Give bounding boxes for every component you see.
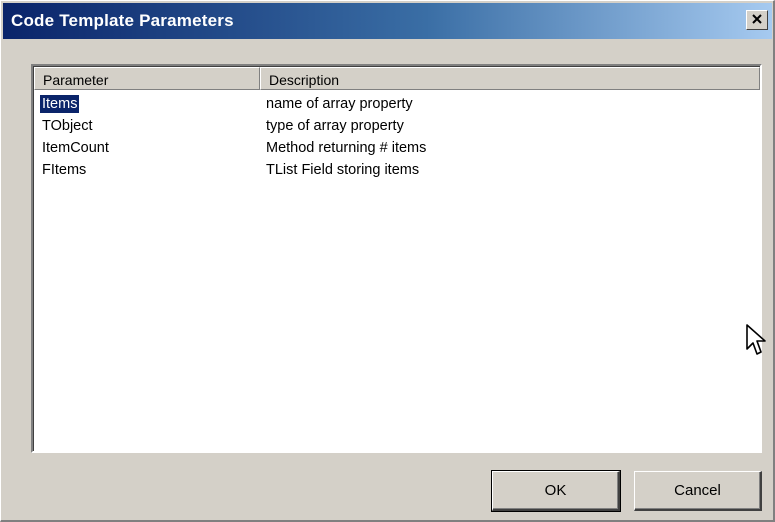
description-cell: Method returning # items <box>266 140 427 156</box>
parameter-cell[interactable]: Items <box>38 94 81 114</box>
list-item[interactable]: FItems TList Field storing items <box>38 159 756 181</box>
parameters-list[interactable]: Parameter Description Items name of arra… <box>31 64 762 453</box>
mouse-pointer-icon <box>745 323 767 357</box>
description-cell: TList Field storing items <box>266 162 420 178</box>
window-title: Code Template Parameters <box>11 11 234 30</box>
parameter-cell[interactable]: ItemCount <box>40 139 111 157</box>
title-bar[interactable]: Code Template Parameters <box>3 3 772 39</box>
dialog-window: Code Template Parameters Parameter Descr… <box>0 0 775 522</box>
description-cell: type of array property <box>266 118 404 134</box>
ok-button[interactable]: OK <box>491 470 621 512</box>
list-item[interactable]: Items name of array property <box>38 93 756 115</box>
list-item[interactable]: TObject type of array property <box>38 115 756 137</box>
cancel-button[interactable]: Cancel <box>634 471 762 511</box>
column-header-description[interactable]: Description <box>260 67 760 90</box>
description-cell: name of array property <box>266 96 413 112</box>
parameter-cell[interactable]: TObject <box>40 117 95 135</box>
parameter-cell[interactable]: FItems <box>40 161 88 179</box>
close-button[interactable] <box>746 10 768 30</box>
list-item[interactable]: ItemCount Method returning # items <box>38 137 756 159</box>
close-icon <box>752 11 762 29</box>
list-rows: Items name of array property TObject typ… <box>38 93 756 181</box>
column-header-parameter[interactable]: Parameter <box>34 67 260 90</box>
list-header: Parameter Description <box>34 67 760 90</box>
